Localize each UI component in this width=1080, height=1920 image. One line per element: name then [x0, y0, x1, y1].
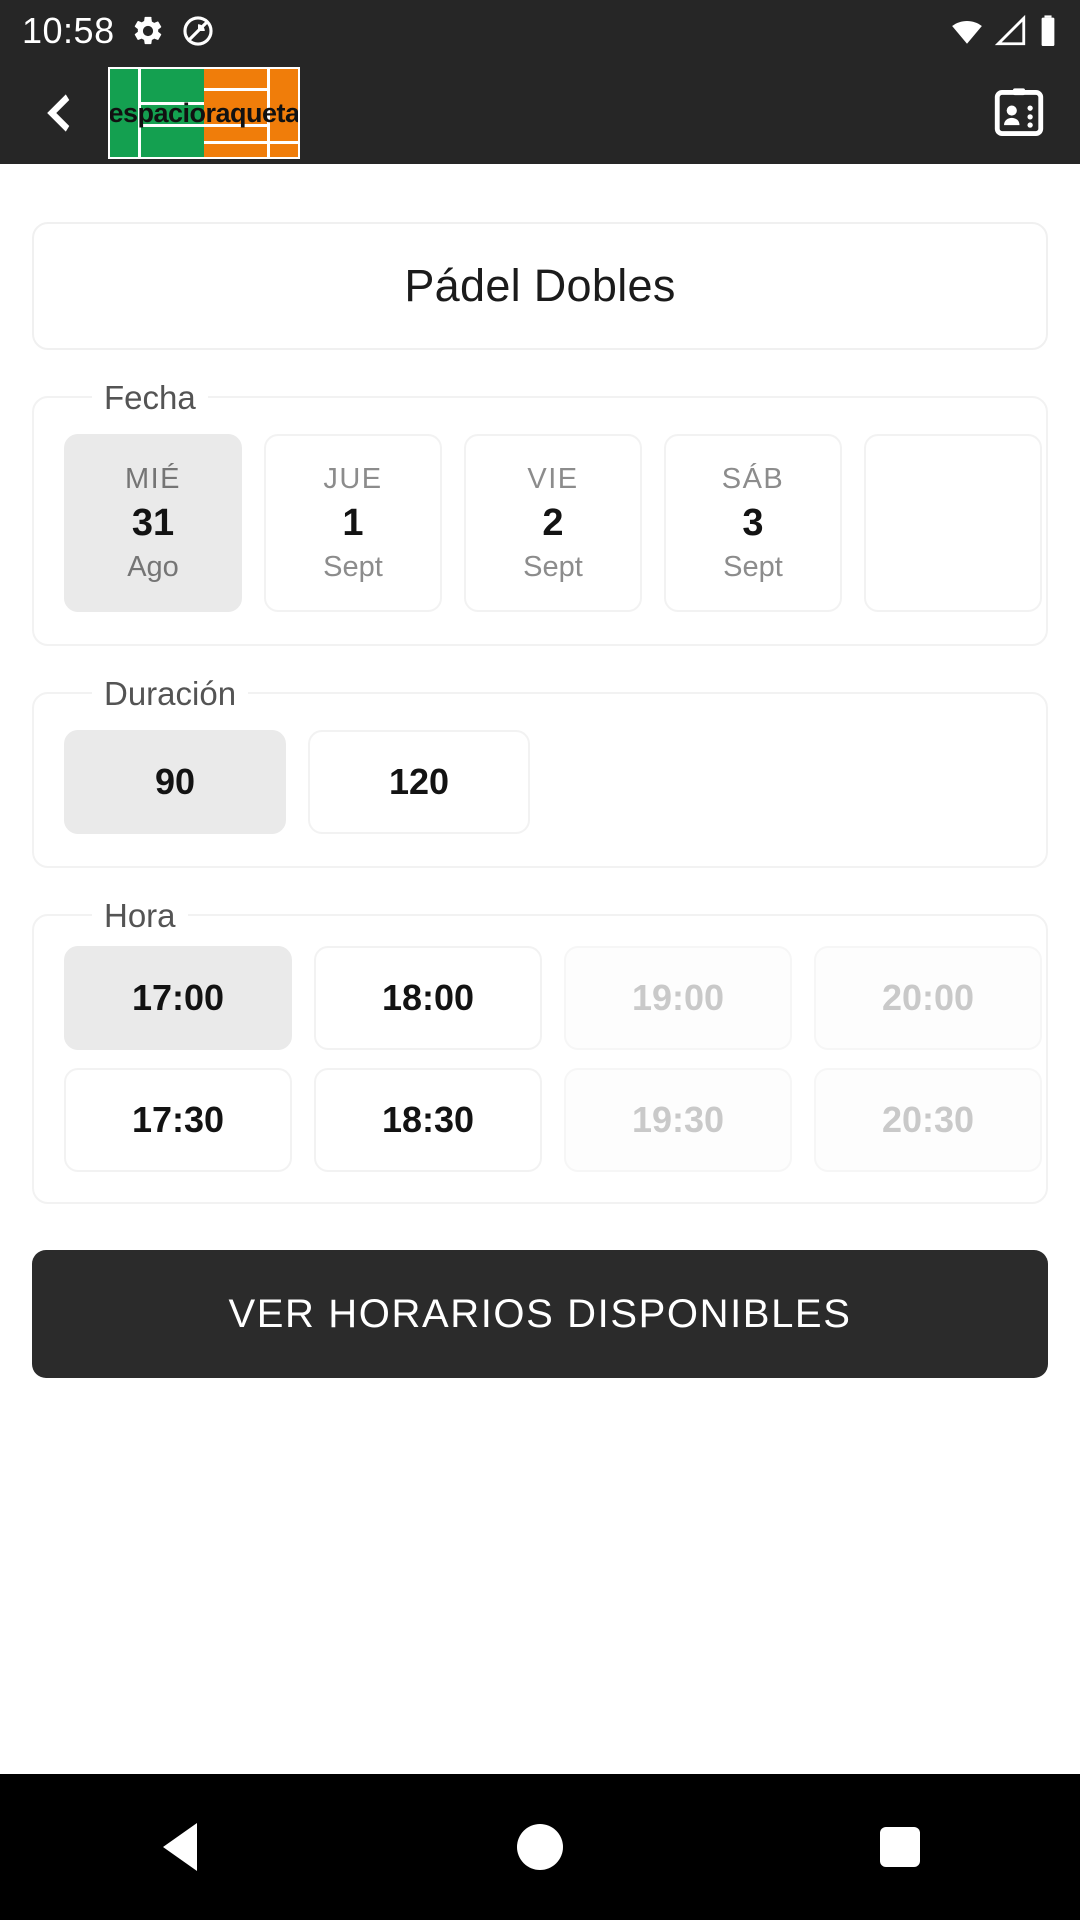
- duracion-body: 90 120: [34, 694, 1046, 866]
- hora-body: 17:00 18:00 19:00 20:00 17:30 18:30 19:30 20:30: [34, 916, 1046, 1202]
- date-chip[interactable]: [864, 434, 1042, 612]
- date-chip-day: 1: [342, 501, 364, 544]
- contacts-button[interactable]: [984, 78, 1054, 148]
- date-chip-dow: JUE: [323, 462, 383, 495]
- time-chip[interactable]: 18:00: [314, 946, 542, 1050]
- time-chip[interactable]: 17:30: [64, 1068, 292, 1172]
- signal-icon: [994, 14, 1028, 48]
- time-chip: 20:00: [814, 946, 1042, 1050]
- date-chip[interactable]: JUE 1 Sept: [264, 434, 442, 612]
- fecha-group: Fecha MIÉ 31 Ago JUE 1 Sept VIE 2 Sept SÁB 3 Sept: [32, 379, 1048, 646]
- date-chip-day: 31: [131, 501, 175, 544]
- date-chip-dow: MIÉ: [124, 462, 182, 495]
- back-triangle-icon: [163, 1823, 197, 1871]
- duration-chip[interactable]: 90: [64, 730, 286, 834]
- recents-square-icon: [880, 1827, 920, 1867]
- hora-group: Hora 17:00 18:00 19:00 20:00 17:30 18:30 19:30…: [32, 897, 1048, 1204]
- date-chip-month: Ago: [127, 550, 179, 583]
- logo-wordmark: espacio raqueta: [110, 69, 298, 157]
- gear-icon: [131, 14, 165, 48]
- date-chip[interactable]: SÁB 3 Sept: [664, 434, 842, 612]
- fecha-body: MIÉ 31 Ago JUE 1 Sept VIE 2 Sept SÁB 3 Sept: [34, 398, 1046, 644]
- duracion-chip-strip[interactable]: 90 120: [34, 730, 1046, 834]
- date-chip-month: Sept: [323, 550, 383, 583]
- duracion-legend: Duración: [92, 675, 249, 713]
- nav-back-button[interactable]: [105, 1797, 255, 1897]
- status-bar-left: 10:58: [22, 10, 215, 52]
- main-content: Pádel Dobles Fecha MIÉ 31 Ago JUE 1 Sept VIE 2 S…: [0, 164, 1080, 1712]
- wifi-icon: [950, 14, 984, 48]
- page-title: Pádel Dobles: [404, 260, 676, 311]
- status-bar-right: [950, 14, 1058, 48]
- duration-chip[interactable]: 120: [308, 730, 530, 834]
- nav-recents-button[interactable]: [825, 1797, 975, 1897]
- nav-home-button[interactable]: [465, 1797, 615, 1897]
- back-button[interactable]: [26, 81, 90, 145]
- date-chip-month: Sept: [523, 550, 583, 583]
- date-chip-dow: SÁB: [721, 462, 785, 495]
- hora-chip-grid[interactable]: 17:00 18:00 19:00 20:00 17:30 18:30 19:30 20:30: [34, 946, 1042, 1172]
- status-bar: 10:58: [0, 0, 1080, 62]
- time-chip: 19:30: [564, 1068, 792, 1172]
- time-chip: 19:00: [564, 946, 792, 1050]
- back-chevron-icon: [47, 94, 70, 132]
- fecha-chip-strip[interactable]: MIÉ 31 Ago JUE 1 Sept VIE 2 Sept SÁB 3 Sept: [34, 434, 1046, 612]
- logo-word-raqueta: raqueta: [205, 97, 300, 128]
- battery-icon: [1038, 14, 1058, 48]
- time-chip[interactable]: 17:00: [64, 946, 292, 1050]
- status-clock: 10:58: [22, 10, 115, 51]
- date-chip-day: 3: [742, 501, 764, 544]
- app-root: 10:58 espacio raqueta Pádel Dobles Fecha…: [0, 0, 1080, 1920]
- date-chip-day: 2: [542, 501, 564, 544]
- app-bar: espacio raqueta: [0, 62, 1080, 164]
- time-chip[interactable]: 18:30: [314, 1068, 542, 1172]
- date-chip[interactable]: MIÉ 31 Ago: [64, 434, 242, 612]
- hora-legend: Hora: [92, 897, 188, 935]
- do-not-disturb-icon: [181, 14, 215, 48]
- date-chip-month: Sept: [723, 550, 783, 583]
- system-nav-bar: [0, 1774, 1080, 1920]
- activity-title-card: Pádel Dobles: [32, 222, 1048, 350]
- content-bottom-spacer: [0, 1712, 1080, 1774]
- logo-word-espacio: espacio: [108, 97, 206, 128]
- time-chip: 20:30: [814, 1068, 1042, 1172]
- date-chip-dow: VIE: [527, 462, 579, 495]
- fecha-legend: Fecha: [92, 379, 208, 417]
- duracion-group: Duración 90 120: [32, 675, 1048, 868]
- home-circle-icon: [517, 1824, 563, 1870]
- brand-logo: espacio raqueta: [108, 67, 300, 159]
- ver-horarios-disponibles-button[interactable]: VER HORARIOS DISPONIBLES: [32, 1250, 1048, 1378]
- date-chip[interactable]: VIE 2 Sept: [464, 434, 642, 612]
- contact-card-icon: [994, 88, 1044, 136]
